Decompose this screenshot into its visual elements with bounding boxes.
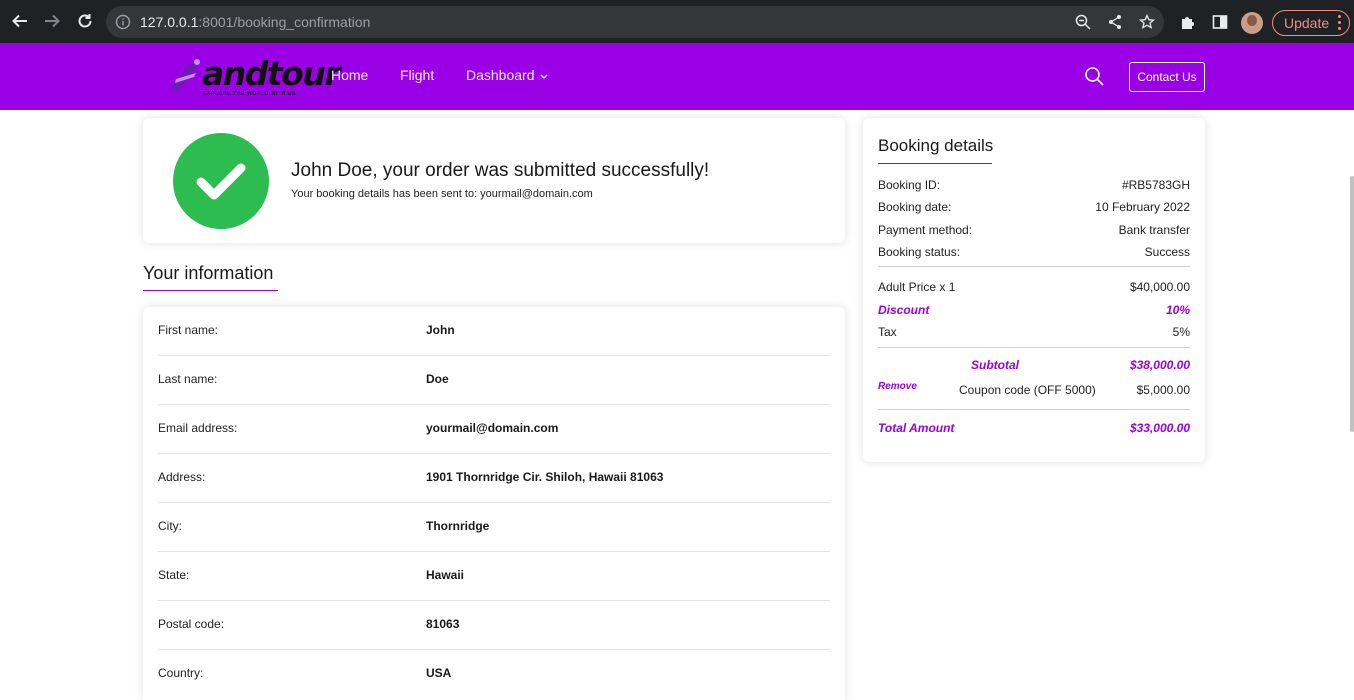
info-label: Email address: — [158, 421, 238, 435]
booking-status-row: Booking status: Success — [878, 245, 1190, 261]
success-subtitle: Your booking details has been sent to: y… — [291, 188, 593, 200]
booking-details-card: Booking details Booking ID: #RB5783GH Bo… — [863, 118, 1205, 462]
booking-id-row: Booking ID: #RB5783GH — [878, 178, 1190, 194]
url-host: 127.0.0.1 — [140, 14, 199, 30]
discount-label: Discount — [878, 303, 930, 317]
url-path: :8001/booking_confirmation — [198, 14, 371, 30]
payment-method-value: Bank transfer — [1118, 223, 1190, 237]
booking-date-label: Booking date: — [878, 200, 952, 214]
tax-label: Tax — [878, 325, 897, 339]
info-label: Address: — [158, 470, 206, 484]
nav-flight[interactable]: Flight — [400, 67, 434, 83]
update-button[interactable]: Update — [1272, 10, 1350, 36]
booking-status-label: Booking status: — [878, 245, 961, 259]
booking-status-value: Success — [1144, 245, 1190, 259]
nav-home[interactable]: Home — [331, 67, 368, 83]
info-label: First name: — [158, 323, 219, 337]
side-panel-icon[interactable] — [1210, 12, 1230, 32]
subtotal-row: Subtotal $38,000.00 — [878, 358, 1190, 374]
info-row-first-name: First name: John — [158, 307, 830, 356]
remove-coupon-link[interactable]: Remove — [878, 381, 917, 392]
subtotal-label: Subtotal — [971, 358, 1019, 372]
info-row-address: Address: 1901 Thornridge Cir. Shiloh, Ha… — [158, 454, 830, 503]
info-row-email: Email address: yourmail@domain.com — [158, 405, 830, 454]
extensions-icon[interactable] — [1178, 12, 1198, 32]
tax-row: Tax 5% — [878, 325, 1190, 341]
info-label: Postal code: — [158, 617, 225, 631]
success-card: John Doe, your order was submitted succe… — [143, 118, 845, 243]
info-value: Doe — [426, 372, 449, 386]
divider — [878, 347, 1190, 348]
chevron-down-icon — [540, 74, 548, 80]
subtotal-value: $38,000.00 — [1129, 358, 1190, 372]
logo-tagline: EXPLORE THE WORLD WITH US — [203, 91, 297, 97]
address-bar[interactable]: 127.0.0.1:8001/booking_confirmation — [106, 6, 1164, 38]
tax-value: 5% — [1172, 325, 1190, 339]
adult-price-value: $40,000.00 — [1129, 280, 1190, 294]
booking-id-label: Booking ID: — [878, 178, 941, 192]
coupon-label: Coupon code (OFF 5000) — [959, 383, 1096, 397]
info-value: 1901 Thornridge Cir. Shiloh, Hawaii 8106… — [426, 470, 664, 484]
info-label: State: — [158, 568, 190, 582]
page-scrollbar[interactable] — [1350, 176, 1354, 432]
back-icon[interactable] — [9, 10, 31, 32]
more-menu-icon[interactable] — [1338, 15, 1341, 31]
nav-dashboard-label: Dashboard — [466, 67, 535, 83]
contact-us-button[interactable]: Contact Us — [1129, 62, 1205, 92]
info-row-country: Country: USA — [158, 650, 830, 699]
total-amount-label: Total Amount — [878, 421, 955, 435]
info-value: USA — [426, 666, 452, 680]
info-icon[interactable] — [114, 13, 132, 31]
booking-date-value: 10 February 2022 — [1095, 200, 1190, 214]
adult-price-row: Adult Price x 1 $40,000.00 — [878, 280, 1190, 296]
heading-underline — [878, 163, 992, 164]
site-logo[interactable]: andtour EXPLORE THE WORLD WITH US — [166, 51, 341, 101]
success-title: John Doe, your order was submitted succe… — [291, 160, 710, 181]
info-value: Thornridge — [426, 519, 490, 533]
search-icon[interactable] — [1084, 66, 1104, 86]
booking-date-row: Booking date: 10 February 2022 — [878, 200, 1190, 216]
total-amount-value: $33,000.00 — [1129, 421, 1190, 435]
coupon-value: $5,000.00 — [1136, 383, 1190, 397]
payment-method-label: Payment method: — [878, 223, 973, 237]
success-check-icon — [173, 133, 269, 229]
info-value: yourmail@domain.com — [426, 421, 559, 435]
adult-price-label: Adult Price x 1 — [878, 280, 956, 294]
zoom-icon[interactable] — [1074, 13, 1092, 31]
bookmark-star-icon[interactable] — [1138, 13, 1156, 31]
divider — [878, 409, 1190, 410]
nav-dashboard[interactable]: Dashboard — [466, 67, 548, 83]
browser-toolbar: 127.0.0.1:8001/booking_confirmation Upda… — [0, 0, 1354, 43]
logo-mark-icon — [170, 59, 200, 91]
info-value: John — [426, 323, 455, 337]
site-header: andtour EXPLORE THE WORLD WITH US Home F… — [0, 43, 1354, 110]
information-card: First name: John Last name: Doe Email ad… — [143, 307, 845, 700]
info-row-city: City: Thornridge — [158, 503, 830, 552]
booking-id-value: #RB5783GH — [1121, 178, 1190, 192]
info-label: Country: — [158, 666, 204, 680]
info-row-state: State: Hawaii — [158, 552, 830, 601]
discount-value: 10% — [1165, 303, 1190, 317]
discount-row: Discount 10% — [878, 303, 1190, 319]
reload-icon[interactable] — [74, 10, 96, 32]
heading-underline — [143, 290, 278, 291]
info-row-postal-code: Postal code: 81063 — [158, 601, 830, 650]
info-row-last-name: Last name: Doe — [158, 356, 830, 405]
profile-avatar[interactable] — [1241, 12, 1263, 34]
logo-wordmark: andtour — [202, 54, 341, 93]
info-value: 81063 — [426, 617, 460, 631]
forward-icon[interactable] — [41, 10, 63, 32]
total-amount-row: Total Amount $33,000.00 — [878, 421, 1190, 437]
info-label: City: — [158, 519, 182, 533]
coupon-row: Remove Coupon code (OFF 5000) $5,000.00 — [878, 381, 1190, 399]
share-icon[interactable] — [1106, 13, 1124, 31]
update-label: Update — [1284, 15, 1330, 31]
info-value: Hawaii — [426, 568, 465, 582]
payment-method-row: Payment method: Bank transfer — [878, 223, 1190, 239]
url-text[interactable]: 127.0.0.1:8001/booking_confirmation — [140, 14, 370, 30]
info-label: Last name: — [158, 372, 218, 386]
booking-details-heading: Booking details — [878, 136, 994, 155]
divider — [878, 266, 1190, 267]
your-information-heading: Your information — [143, 263, 274, 283]
